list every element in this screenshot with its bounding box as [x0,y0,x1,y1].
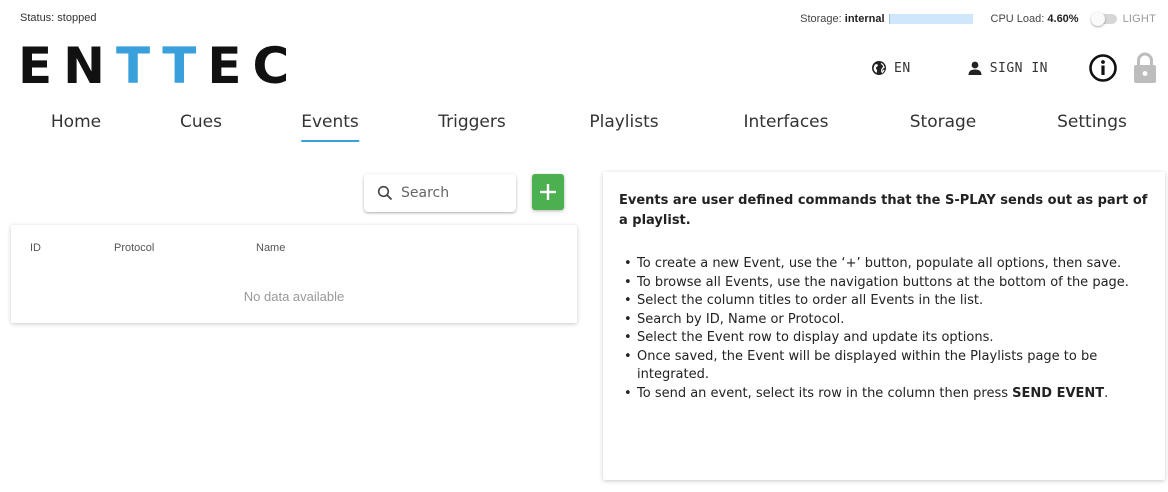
lock-button[interactable] [1132,51,1158,85]
help-list: To create a new Event, use the ‘+’ butto… [619,255,1149,403]
theme-label: LIGHT [1122,13,1156,25]
lock-icon [1134,52,1156,83]
user-icon [968,61,982,75]
nav-triggers[interactable]: Triggers [438,112,506,140]
system-status-bar: Storage: internal CPU Load: 4.60% LIGHT [800,12,1156,26]
nav-interfaces[interactable]: Interfaces [744,112,829,140]
nav-playlists[interactable]: Playlists [589,112,658,140]
sign-in-button[interactable]: SIGN IN [967,60,1048,76]
help-item: To create a new Event, use the ‘+’ butto… [619,255,1149,274]
storage-value: internal [844,13,885,25]
logo-part-3: EC [207,37,301,95]
help-item: Select the Event row to display and upda… [619,329,1149,348]
nav-events[interactable]: Events [301,112,359,142]
status-text: Status: stopped [20,12,97,24]
sign-in-label: SIGN IN [989,60,1048,76]
events-table: ID Protocol Name No data available [11,225,577,323]
help-item-suffix: . [1104,385,1109,401]
column-header-id[interactable]: ID [30,242,41,254]
no-data-message: No data available [243,289,345,304]
search-icon [377,185,393,201]
help-item-text: To send an event, select its row in the … [637,385,1013,401]
info-button[interactable] [1088,53,1118,83]
help-card: Events are user defined commands that th… [603,172,1165,480]
column-header-protocol[interactable]: Protocol [114,242,154,254]
enttec-logo: ENTTEC [18,38,300,94]
send-event-label: SEND EVENT [1012,385,1105,401]
nav-home[interactable]: Home [51,112,101,140]
search-input[interactable] [401,185,501,201]
language-label: EN [894,60,911,76]
language-selector[interactable]: EN [871,60,911,76]
nav-settings[interactable]: Settings [1057,112,1127,140]
cpu-load: CPU Load: 4.60% [991,13,1079,25]
storage-label: Storage: [800,13,842,25]
cpu-value: 4.60% [1047,13,1079,25]
help-item: Select the column titles to order all Ev… [619,292,1149,311]
info-icon [1089,54,1117,82]
nav-storage[interactable]: Storage [910,112,977,140]
plus-icon [540,184,556,200]
help-title: Events are user defined commands that th… [619,193,1148,228]
theme-toggle[interactable] [1090,12,1117,26]
help-item: Once saved, the Event will be displayed … [619,348,1149,385]
add-event-button[interactable] [532,174,564,210]
logo-part-1: EN [18,37,117,95]
nav-cues[interactable]: Cues [180,112,222,140]
main-nav: Home Cues Events Triggers Playlists Inte… [0,112,1168,148]
logo-part-2: TT [116,37,208,95]
column-header-name[interactable]: Name [256,242,285,254]
search-box[interactable] [364,174,516,212]
help-item: Search by ID, Name or Protocol. [619,311,1149,330]
help-item: To send an event, select its row in the … [619,385,1149,404]
globe-icon [872,61,887,75]
help-item: To browse all Events, use the navigation… [619,274,1149,293]
storage-usage-bar [888,14,973,24]
cpu-label: CPU Load: [990,13,1045,25]
header-controls: EN SIGN IN [871,50,1158,86]
